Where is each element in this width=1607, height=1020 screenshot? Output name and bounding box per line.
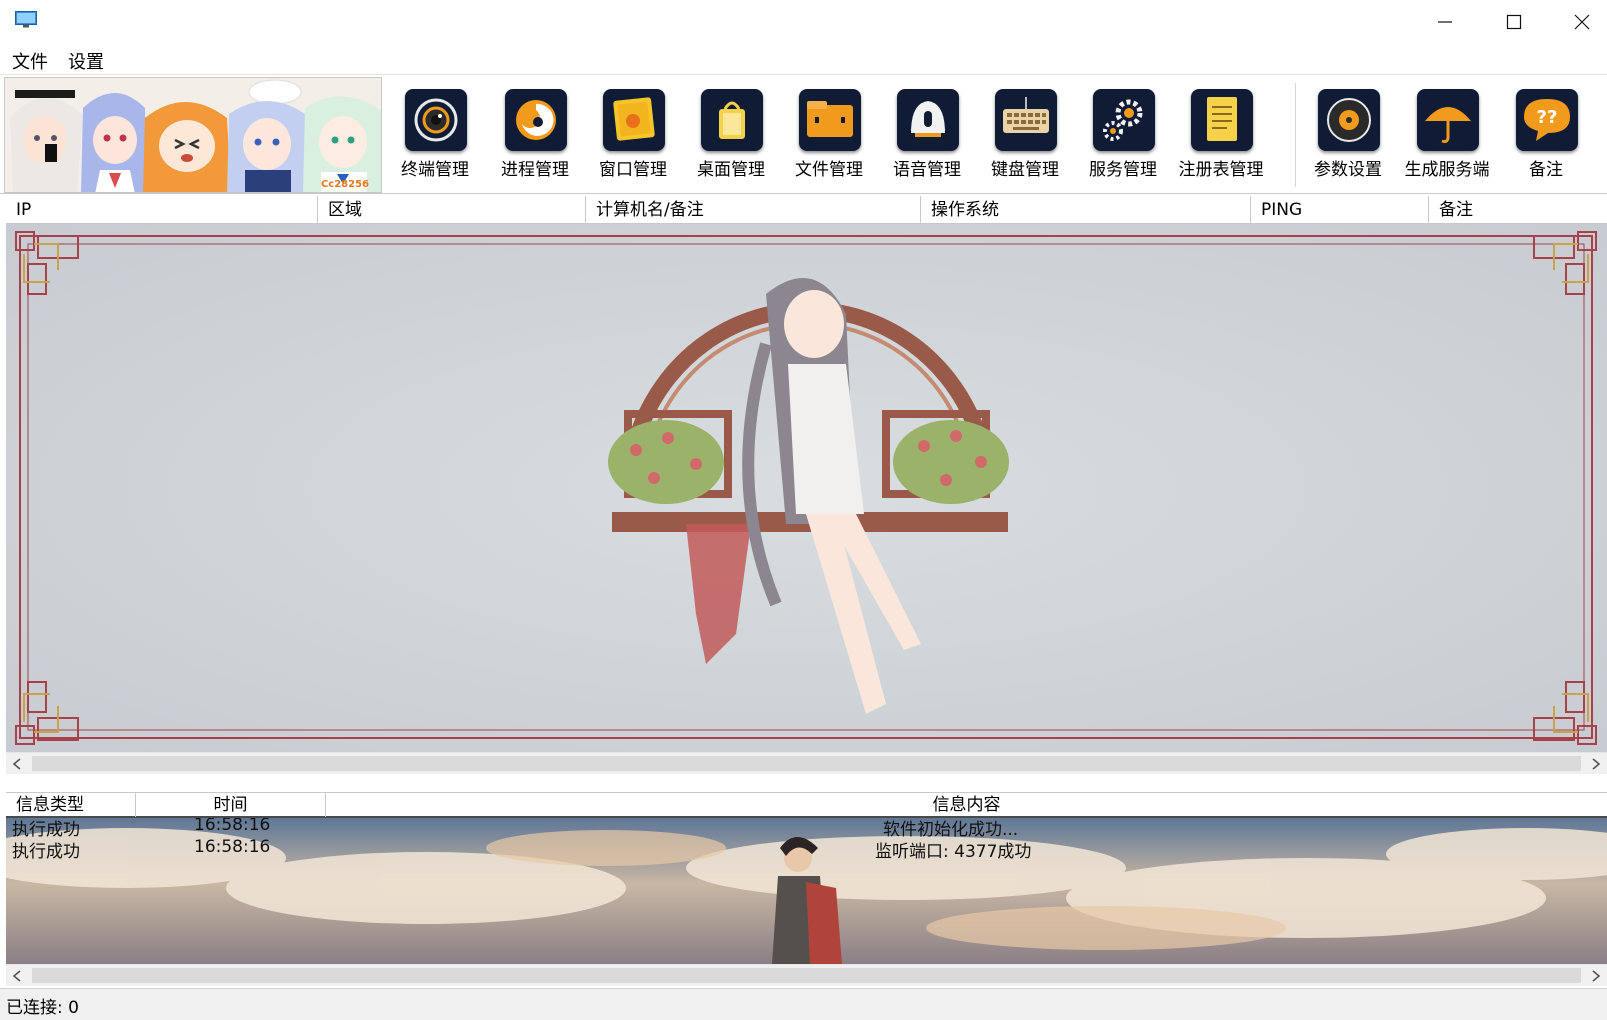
client-list-scrollbar[interactable] [6,752,1607,774]
status-bar: 已连接: 0 [0,988,1607,1020]
close-button[interactable] [1547,0,1607,44]
microphone-icon [897,89,959,151]
keyboard-icon [995,89,1057,151]
terminal-eye-icon [405,89,467,151]
column-os[interactable]: 操作系统 [921,196,1251,224]
maximize-button[interactable] [1479,0,1549,44]
terminal-manage-label: 终端管理 [401,160,469,180]
voice-manage-label: 语音管理 [893,160,961,180]
file-manage-button[interactable]: 文件管理 [779,89,879,189]
registry-manage-label: 注册表管理 [1178,160,1264,180]
title-bar [0,0,1607,44]
client-list[interactable] [6,224,1607,752]
banner-image: Cc28256 [4,77,382,193]
log-row-type: 执行成功 [12,842,80,862]
desktop-manage-button[interactable]: 桌面管理 [681,89,781,189]
minimize-button[interactable] [1410,0,1480,44]
scroll-left-icon[interactable] [6,753,28,775]
log-list-scrollbar[interactable] [6,964,1607,986]
folder-icon [799,89,861,151]
column-time[interactable]: 时间 [136,793,326,817]
gears-icon [1093,89,1155,151]
log-row-message: 监听端口: 4377成功 [875,842,1032,862]
note-label: 备注 [1529,160,1563,180]
scroll-thumb[interactable] [32,968,1581,983]
column-ip[interactable]: IP [6,196,318,224]
log-list[interactable]: 执行成功 16:58:16 软件初始化成功... 执行成功 16:58:16 监… [6,818,1607,964]
window-manage-label: 窗口管理 [599,160,667,180]
client-list-background [6,224,1607,752]
file-manage-label: 文件管理 [795,160,863,180]
process-manage-button[interactable]: 进程管理 [485,89,585,189]
scroll-thumb[interactable] [32,756,1581,771]
service-manage-button[interactable]: 服务管理 [1073,89,1173,189]
client-list-header: IP 区域 计算机名/备注 操作系统 PING 备注 [6,196,1607,224]
umbrella-icon [1417,89,1479,151]
desktop-manage-label: 桌面管理 [697,160,765,180]
toolbar: Cc28256 终端管理 进程管理 窗口管理 桌面管理 文件管理 语音管理 键盘… [0,74,1607,194]
log-list-header: 信息类型 时间 信息内容 [6,792,1607,818]
column-info-content[interactable]: 信息内容 [326,793,1607,817]
menu-settings[interactable]: 设置 [68,48,104,74]
help-bubble-icon: ?? [1516,89,1578,151]
registry-doc-icon [1191,89,1253,151]
close-icon [1574,14,1590,30]
banner-signature: Cc28256 [320,179,369,190]
process-manage-label: 进程管理 [501,160,569,180]
column-computer-name[interactable]: 计算机名/备注 [586,196,921,224]
svg-text:??: ?? [1537,107,1558,128]
terminal-manage-button[interactable]: 终端管理 [385,89,485,189]
scroll-left-icon[interactable] [6,965,28,987]
window-manage-button[interactable]: 窗口管理 [583,89,683,189]
process-swirl-icon [505,89,567,151]
scroll-right-icon[interactable] [1585,965,1607,987]
scroll-right-icon[interactable] [1585,753,1607,775]
voice-manage-button[interactable]: 语音管理 [877,89,977,189]
column-note[interactable]: 备注 [1429,196,1607,224]
column-ping[interactable]: PING [1251,196,1429,224]
column-info-type[interactable]: 信息类型 [6,793,136,817]
keyboard-manage-label: 键盘管理 [991,160,1059,180]
build-server-label: 生成服务端 [1404,160,1490,180]
log-row-time: 16:58:16 [194,818,271,835]
note-button[interactable]: ?? 备注 [1496,89,1596,189]
desktop-bag-icon [701,89,763,151]
connection-count: 已连接: 0 [6,998,79,1018]
registry-manage-button[interactable]: 注册表管理 [1171,89,1271,189]
maximize-icon [1506,14,1522,30]
minimize-icon [1438,21,1452,23]
keyboard-manage-button[interactable]: 键盘管理 [975,89,1075,189]
log-row-time: 16:58:16 [194,837,271,857]
build-server-button[interactable]: 生成服务端 [1397,89,1497,189]
column-region[interactable]: 区域 [318,196,586,224]
settings-button[interactable]: 参数设置 [1298,89,1398,189]
settings-label: 参数设置 [1314,160,1382,180]
window-note-icon [603,89,665,151]
settings-disc-icon [1318,89,1380,151]
menu-bar: 文件 设置 [0,44,1607,74]
service-manage-label: 服务管理 [1089,160,1157,180]
menu-file[interactable]: 文件 [12,48,48,74]
monitor-icon [15,11,37,28]
